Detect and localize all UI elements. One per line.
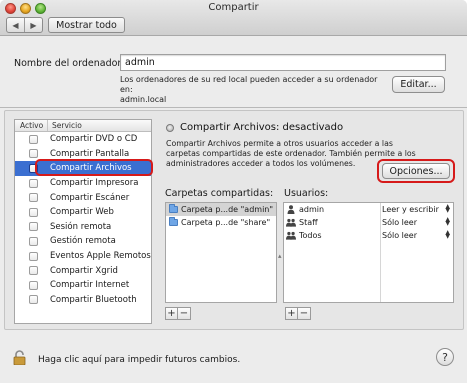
group-icon: [286, 218, 296, 227]
service-row[interactable]: Eventos Apple Remotos: [15, 249, 151, 264]
edit-name-button[interactable]: Editar...: [392, 76, 445, 93]
service-label: Eventos Apple Remotos: [50, 251, 151, 262]
user-name: Staff: [299, 218, 318, 227]
service-row[interactable]: Compartir DVD o CD: [15, 132, 151, 147]
service-row[interactable]: Compartir Impresora: [15, 176, 151, 191]
users-list: admin Leer y escribir ▲ ▼ Staff Sólo leer ▲ ▼ To…: [283, 202, 454, 303]
users-label: Usuarios:: [284, 188, 329, 199]
status-indicator-icon: [166, 124, 174, 132]
service-row[interactable]: Compartir Bluetooth: [15, 293, 151, 308]
service-row[interactable]: Compartir Internet: [15, 278, 151, 293]
service-checkbox[interactable]: [29, 251, 38, 261]
service-checkbox[interactable]: [29, 178, 38, 188]
column-header-active[interactable]: Activo: [15, 120, 48, 131]
service-list-header: Activo Servicio: [15, 120, 151, 132]
help-button[interactable]: ?: [436, 348, 454, 366]
user-add-remove: + −: [285, 307, 311, 320]
shared-folder-label: Carpeta p...de "admin": [181, 205, 274, 214]
service-status: Compartir Archivos: desactivado: [180, 122, 344, 133]
service-checkbox[interactable]: [29, 222, 38, 232]
service-row[interactable]: Compartir Escáner: [15, 190, 151, 205]
service-checkbox[interactable]: [29, 207, 38, 217]
lock-message[interactable]: Haga clic aquí para impedir futuros camb…: [38, 355, 240, 365]
folder-icon: [169, 204, 178, 213]
service-checkbox[interactable]: [29, 193, 38, 203]
computer-name-label: Nombre del ordenador:: [14, 58, 125, 69]
service-checkbox[interactable]: [29, 295, 38, 305]
service-label: Compartir DVD o CD: [50, 134, 138, 145]
user-row[interactable]: admin Leer y escribir ▲ ▼: [284, 203, 453, 216]
window-title: Compartir: [208, 2, 259, 13]
shared-folder-row[interactable]: Carpeta p...de "share": [166, 216, 276, 229]
service-checkbox[interactable]: [29, 266, 38, 276]
service-label: Compartir Bluetooth: [50, 294, 137, 305]
splitter-handle[interactable]: ▴: [278, 252, 282, 260]
popup-arrows-icon: ▲ ▼: [445, 229, 450, 240]
add-user-button[interactable]: +: [285, 307, 298, 320]
shared-folder-row[interactable]: Carpeta p...de "admin": [166, 203, 276, 216]
service-checkbox[interactable]: [29, 236, 38, 246]
popup-arrows-icon: ▲ ▼: [445, 216, 450, 227]
user-row[interactable]: Staff Sólo leer ▲ ▼: [284, 216, 453, 229]
service-label: Compartir Xgrid: [50, 265, 118, 276]
sharing-preferences-window: Compartir ◀ ▶ Mostrar todo Nombre del or…: [0, 0, 467, 383]
service-row[interactable]: Sesión remota: [15, 220, 151, 235]
computer-name-field[interactable]: [120, 54, 446, 71]
remove-user-button[interactable]: −: [298, 307, 311, 320]
highlight-annotation-options: [377, 159, 455, 183]
permission-popup[interactable]: Sólo leer: [382, 218, 417, 227]
user-name: admin: [299, 205, 325, 214]
service-label: Gestión remota: [50, 236, 116, 247]
user-name: Todos: [299, 231, 322, 240]
service-list: Activo Servicio Compartir DVD o CD Compar…: [14, 119, 152, 324]
column-header-service[interactable]: Servicio: [48, 120, 82, 131]
service-label: Compartir Impresora: [50, 178, 139, 189]
shared-folder-label: Carpeta p...de "share": [181, 218, 271, 227]
everyone-icon: [286, 231, 296, 240]
service-label: Compartir Web: [50, 207, 114, 218]
service-label: Compartir Internet: [50, 280, 130, 291]
shared-folders-list: Carpeta p...de "admin" Carpeta p...de "sh…: [165, 202, 277, 303]
forward-arrow-icon: ▶: [30, 20, 37, 30]
service-row[interactable]: Compartir Web: [15, 205, 151, 220]
service-row[interactable]: Gestión remota: [15, 234, 151, 249]
service-row[interactable]: Compartir Xgrid: [15, 263, 151, 278]
user-row[interactable]: Todos Sólo leer ▲ ▼: [284, 229, 453, 242]
permission-popup[interactable]: Leer y escribir: [382, 205, 439, 214]
service-label: Compartir Escáner: [50, 192, 130, 203]
local-network-info: Los ordenadores de su red local pueden a…: [120, 75, 385, 105]
local-hostname: admin.local: [120, 95, 167, 104]
show-all-button[interactable]: Mostrar todo: [48, 17, 125, 33]
navigation-buttons: ◀ ▶: [6, 17, 43, 33]
service-checkbox[interactable]: [29, 134, 38, 144]
back-arrow-icon: ◀: [12, 20, 19, 30]
single-user-icon: [286, 205, 296, 214]
forward-button[interactable]: ▶: [24, 18, 42, 32]
service-label: Sesión remota: [50, 221, 112, 232]
folder-add-remove: + −: [165, 307, 191, 320]
service-checkbox[interactable]: [29, 280, 38, 290]
back-button[interactable]: ◀: [7, 18, 24, 32]
user-rows: admin Leer y escribir ▲ ▼ Staff Sólo leer ▲ ▼ To…: [284, 203, 453, 242]
add-folder-button[interactable]: +: [165, 307, 178, 320]
service-checkbox[interactable]: [29, 149, 38, 159]
remove-folder-button[interactable]: −: [178, 307, 191, 320]
lock-icon[interactable]: [13, 350, 26, 365]
local-network-info-line: Los ordenadores de su red local pueden a…: [120, 75, 378, 94]
folder-rows: Carpeta p...de "admin" Carpeta p...de "sh…: [166, 203, 276, 229]
highlight-annotation-service: [35, 159, 153, 176]
title-bar: Compartir ◀ ▶ Mostrar todo: [0, 0, 467, 36]
section-divider: [0, 107, 467, 108]
permission-popup[interactable]: Sólo leer: [382, 231, 417, 240]
service-label: Compartir Pantalla: [50, 148, 130, 159]
shared-folders-label: Carpetas compartidas:: [165, 188, 274, 199]
popup-arrows-icon: ▲ ▼: [445, 203, 450, 214]
folder-icon: [169, 217, 178, 226]
